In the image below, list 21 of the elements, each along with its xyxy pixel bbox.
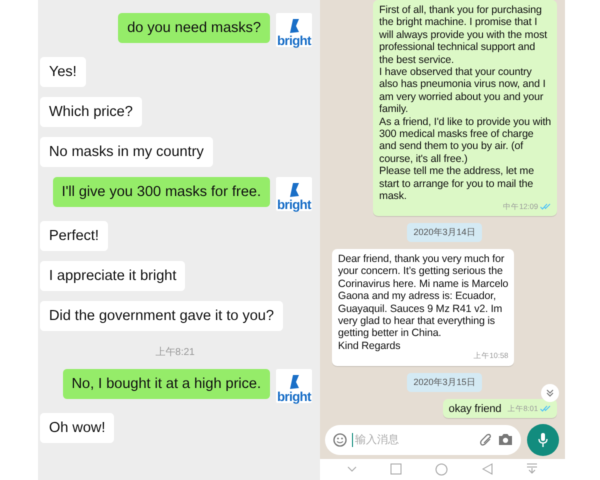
message-bubble: Yes! bbox=[40, 57, 86, 87]
message-bubble: No, I bought it at a high price. bbox=[62, 369, 270, 399]
message-bubble: I appreciate it bright bbox=[40, 261, 186, 291]
message-text: First of all, thank you for purchasing the bright machine. I promise that I will always provide you with the most professional technical support and the best service. I have observed that your country also has pneumonia virus now, and I am very worried about you and your family. As a friend, I'd like to provide you with 300 medical masks free of charge and send them to you by air. (of course, it's all free.) Please tell me the address, let me start to arrange for you to mail the mask. bbox=[379, 4, 551, 202]
message-bubble: No masks in my country bbox=[40, 137, 213, 167]
message-text: okay friend bbox=[448, 402, 502, 415]
date-chip: 2020年3月15日 bbox=[407, 372, 482, 392]
message-bubble: Perfect! bbox=[40, 221, 108, 251]
message-bubble: Which price? bbox=[40, 97, 142, 127]
logo-text: bright bbox=[277, 390, 311, 403]
message-bubble: Did the government gave it to you? bbox=[40, 301, 283, 331]
message-bubble: Oh wow! bbox=[40, 413, 114, 443]
message-bubble: do you need masks? bbox=[118, 13, 270, 43]
logo-text: bright bbox=[277, 34, 311, 47]
message-field[interactable]: 输入消息 bbox=[325, 424, 521, 455]
timestamp: 上午8:21 bbox=[154, 346, 196, 359]
date-chip: 2020年3月14日 bbox=[407, 222, 482, 242]
message-bubble: I'll give you 300 masks for free. bbox=[52, 177, 270, 207]
message-text: Dear friend, thank you very much for your concern. It’s getting serious the Corinavirus here. Mi name is Marcelo Gaona and my adress is: Ecuador, Guayaquil. Sauces 9 Mz R41 v2. Im very glad to hear that everything is getting better in China. Kind Regards bbox=[338, 252, 508, 352]
logo-text: bright bbox=[277, 198, 311, 211]
message-input[interactable]: 输入消息 bbox=[352, 432, 474, 447]
